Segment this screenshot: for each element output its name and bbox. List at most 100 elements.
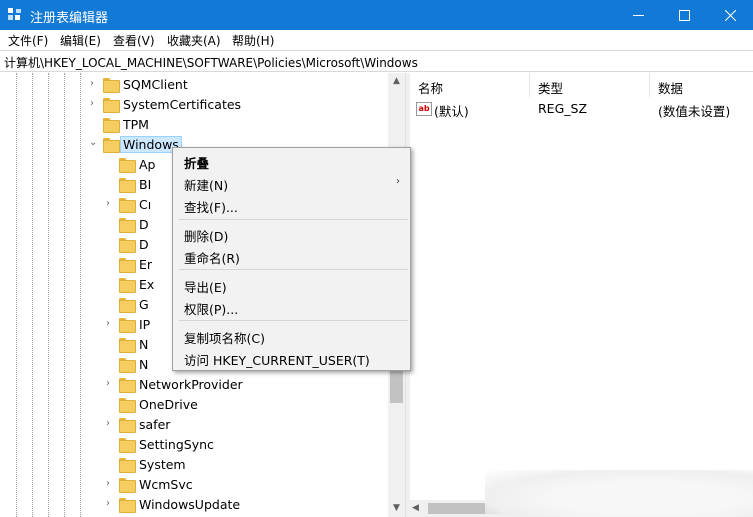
folder-icon xyxy=(119,318,136,333)
tree-item-label: D xyxy=(139,217,149,232)
folder-icon xyxy=(103,78,120,93)
column-header-name[interactable]: 名称 xyxy=(410,73,530,97)
folder-icon xyxy=(119,358,136,373)
folder-icon xyxy=(119,438,136,453)
scroll-down-arrow-icon[interactable]: ▼ xyxy=(388,500,405,517)
folder-icon xyxy=(119,238,136,253)
expand-arrow-icon[interactable]: › xyxy=(106,319,116,329)
tree-item-label: Cı xyxy=(139,197,152,212)
menu-favorites[interactable]: 收藏夹(A) xyxy=(167,32,221,49)
expand-arrow-icon[interactable]: › xyxy=(90,99,100,109)
value-data: (数值未设置) xyxy=(658,104,731,119)
folder-icon xyxy=(119,458,136,473)
tree-item[interactable]: System xyxy=(0,455,390,475)
tree-item[interactable]: › SQMClient xyxy=(0,75,390,95)
close-button[interactable] xyxy=(707,0,753,30)
folder-icon xyxy=(119,258,136,273)
tree-item-label: SettingSync xyxy=(139,437,214,452)
folder-icon xyxy=(103,98,120,113)
tree-item[interactable]: › WindowsUpdate xyxy=(0,495,390,515)
address-bar[interactable]: 计算机\HKEY_LOCAL_MACHINE\SOFTWARE\Policies… xyxy=(0,50,753,72)
context-menu-label: 删除(D) xyxy=(184,229,229,244)
maximize-icon xyxy=(678,9,690,21)
tree-item-label: D xyxy=(139,237,149,252)
tree-item-label: NetworkProvider xyxy=(139,377,243,392)
column-header-type[interactable]: 类型 xyxy=(530,73,650,97)
expand-arrow-icon[interactable]: › xyxy=(90,79,100,89)
tree-item-label: BI xyxy=(139,177,152,192)
folder-icon xyxy=(119,198,136,213)
tree-item[interactable]: › NetworkProvider xyxy=(0,375,390,395)
context-menu-new[interactable]: 新建(N) › xyxy=(173,171,410,193)
menu-help[interactable]: 帮助(H) xyxy=(232,32,274,49)
context-menu-label: 查找(F)... xyxy=(184,200,238,215)
context-menu-export[interactable]: 导出(E) xyxy=(173,273,410,295)
tree-item-label: IP xyxy=(139,317,151,332)
scroll-up-arrow-icon[interactable]: ▲ xyxy=(388,73,405,90)
tree-item-label: Ex xyxy=(139,277,155,292)
folder-icon xyxy=(119,278,136,293)
expand-arrow-icon[interactable]: › xyxy=(106,379,116,389)
column-header-data[interactable]: 数据 xyxy=(650,73,753,97)
folder-icon xyxy=(119,418,136,433)
context-menu-label: 导出(E) xyxy=(184,280,227,295)
menu-separator xyxy=(179,320,408,321)
tree-item[interactable]: › WcmSvc xyxy=(0,475,390,495)
title-bar: 注册表编辑器 xyxy=(0,0,753,30)
value-row[interactable]: ab (默认) REG_SZ (数值未设置) xyxy=(410,99,753,119)
tree-item-label: Ap xyxy=(139,157,156,172)
address-path[interactable]: 计算机\HKEY_LOCAL_MACHINE\SOFTWARE\Policies… xyxy=(4,54,418,71)
context-menu-label: 权限(P)... xyxy=(184,302,239,317)
context-menu-goto-hkcu[interactable]: 访问 HKEY_CURRENT_USER(T) xyxy=(173,346,410,368)
tree-item-label: N xyxy=(139,337,149,352)
folder-icon xyxy=(119,378,136,393)
context-menu-permissions[interactable]: 权限(P)... xyxy=(173,295,410,317)
open-folder-icon xyxy=(103,138,120,153)
tree-item[interactable]: OneDrive xyxy=(0,395,390,415)
minimize-button[interactable] xyxy=(615,0,661,30)
expand-arrow-icon[interactable]: › xyxy=(106,479,116,489)
close-icon xyxy=(724,9,736,21)
context-menu-find[interactable]: 查找(F)... xyxy=(173,193,410,215)
tree-item-label: OneDrive xyxy=(139,397,198,412)
folder-icon xyxy=(119,298,136,313)
expand-arrow-icon[interactable]: › xyxy=(106,499,116,509)
context-menu-rename[interactable]: 重命名(R) xyxy=(173,244,410,266)
folder-icon xyxy=(119,178,136,193)
tree-item[interactable]: SettingSync xyxy=(0,435,390,455)
expand-arrow-icon[interactable]: › xyxy=(106,419,116,429)
context-menu: 折叠 新建(N) › 查找(F)... 删除(D) 重命名(R) 导出(E) 权… xyxy=(172,147,411,371)
folder-icon xyxy=(119,498,136,513)
menu-bar: 文件(F) 编辑(E) 查看(V) 收藏夹(A) 帮助(H) xyxy=(0,30,753,50)
folder-icon xyxy=(119,338,136,353)
menu-file[interactable]: 文件(F) xyxy=(8,32,48,49)
maximize-button[interactable] xyxy=(661,0,707,30)
tree-item[interactable]: › safer xyxy=(0,415,390,435)
tree-item[interactable]: TPM xyxy=(0,115,390,135)
expand-arrow-icon[interactable]: › xyxy=(106,199,116,209)
string-value-icon: ab xyxy=(416,102,432,116)
tree-item-label: WindowsUpdate xyxy=(139,497,241,512)
menu-view[interactable]: 查看(V) xyxy=(113,32,155,49)
scroll-left-arrow-icon[interactable]: ◀ xyxy=(412,503,419,513)
collapse-arrow-icon[interactable]: ⌄ xyxy=(89,138,99,148)
folder-icon xyxy=(119,218,136,233)
folder-icon xyxy=(119,478,136,493)
menu-edit[interactable]: 编辑(E) xyxy=(60,32,101,49)
context-menu-delete[interactable]: 删除(D) xyxy=(173,222,410,244)
tree-item-label: WcmSvc xyxy=(139,477,193,492)
tree-item-label: Er xyxy=(139,257,153,272)
menu-separator xyxy=(179,269,408,270)
context-menu-label: 复制项名称(C) xyxy=(184,331,265,346)
values-pane[interactable]: 名称 类型 数据 ab (默认) REG_SZ (数值未设置) ◀ xyxy=(410,73,753,517)
blurred-area xyxy=(485,470,753,517)
tree-item-label: G xyxy=(139,297,149,312)
folder-icon xyxy=(119,398,136,413)
value-name: (默认) xyxy=(434,104,469,119)
context-menu-label: 折叠 xyxy=(184,156,210,171)
context-menu-copy-key-name[interactable]: 复制项名称(C) xyxy=(173,324,410,346)
context-menu-collapse[interactable]: 折叠 xyxy=(173,149,410,171)
tree-item-label: SQMClient xyxy=(123,77,188,92)
tree-item[interactable]: › SystemCertificates xyxy=(0,95,390,115)
tree-item-label: TPM xyxy=(123,117,149,132)
